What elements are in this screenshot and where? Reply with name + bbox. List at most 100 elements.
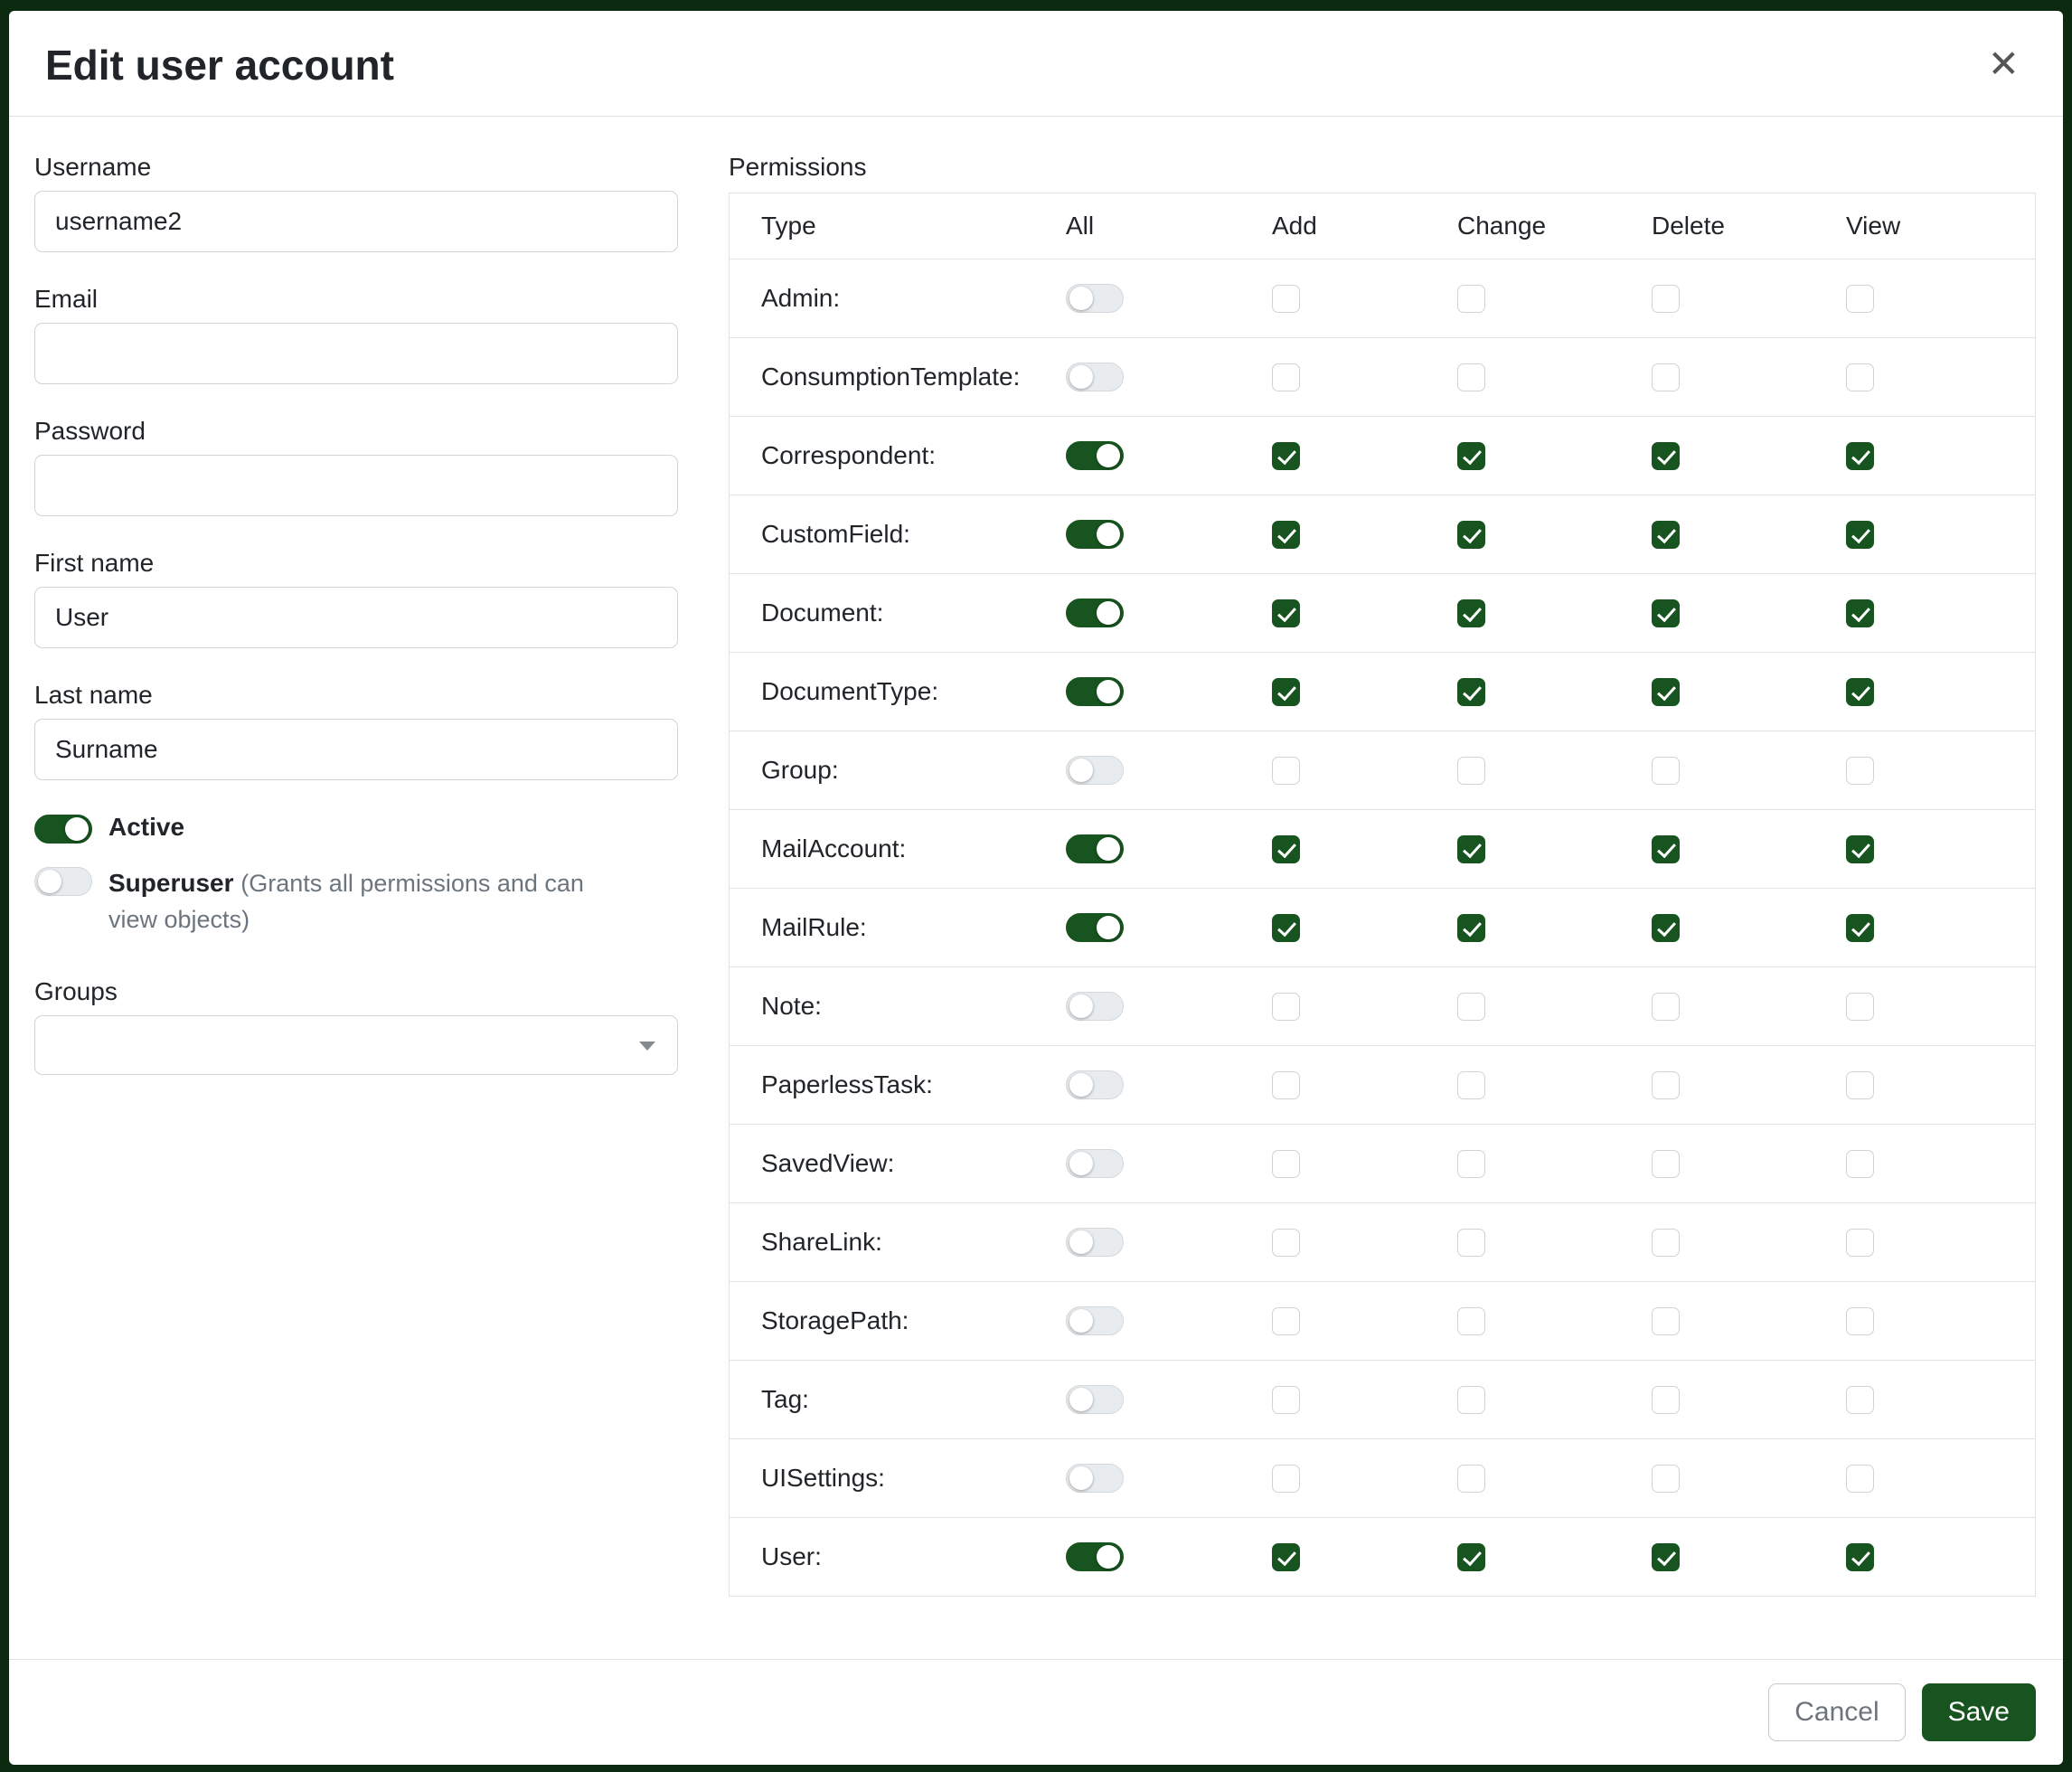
permission-delete-checkbox[interactable] [1652,1465,1680,1493]
permission-view-checkbox[interactable] [1846,914,1874,942]
permission-change-checkbox[interactable] [1457,521,1485,549]
permission-view-checkbox[interactable] [1846,1150,1874,1178]
permission-view-checkbox[interactable] [1846,1307,1874,1335]
permission-all-toggle[interactable] [1066,677,1124,706]
close-icon[interactable]: ✕ [1981,40,2027,89]
permission-add-checkbox[interactable] [1272,835,1300,863]
permission-all-toggle[interactable] [1066,363,1124,391]
permission-delete-checkbox[interactable] [1652,442,1680,470]
permission-delete-checkbox[interactable] [1652,1229,1680,1257]
permission-all-toggle[interactable] [1066,284,1124,313]
permission-add-checkbox[interactable] [1272,285,1300,313]
permission-all-toggle[interactable] [1066,1070,1124,1099]
permission-add-checkbox[interactable] [1272,1386,1300,1414]
permission-add-checkbox[interactable] [1272,599,1300,627]
permission-add-checkbox[interactable] [1272,521,1300,549]
permission-delete-checkbox[interactable] [1652,1071,1680,1099]
permission-change-cell [1457,1229,1652,1257]
permission-all-toggle[interactable] [1066,1385,1124,1414]
permission-view-checkbox[interactable] [1846,835,1874,863]
permission-delete-checkbox[interactable] [1652,1543,1680,1571]
cancel-button[interactable]: Cancel [1768,1683,1905,1741]
permission-change-checkbox[interactable] [1457,1307,1485,1335]
permission-delete-checkbox[interactable] [1652,993,1680,1021]
permission-delete-checkbox[interactable] [1652,1150,1680,1178]
toggle-knob [1097,680,1120,703]
permission-change-checkbox[interactable] [1457,1465,1485,1493]
permission-change-checkbox[interactable] [1457,993,1485,1021]
permission-all-toggle[interactable] [1066,520,1124,549]
permission-add-checkbox[interactable] [1272,678,1300,706]
permission-view-checkbox[interactable] [1846,1465,1874,1493]
permission-add-checkbox[interactable] [1272,757,1300,785]
permission-add-checkbox[interactable] [1272,1071,1300,1099]
permission-all-toggle[interactable] [1066,834,1124,863]
permission-add-checkbox[interactable] [1272,363,1300,391]
permission-view-checkbox[interactable] [1846,1229,1874,1257]
permission-change-checkbox[interactable] [1457,757,1485,785]
permission-delete-checkbox[interactable] [1652,1307,1680,1335]
permission-change-checkbox[interactable] [1457,914,1485,942]
permission-all-toggle[interactable] [1066,1464,1124,1493]
permission-all-toggle[interactable] [1066,1306,1124,1335]
permission-change-checkbox[interactable] [1457,835,1485,863]
permission-delete-checkbox[interactable] [1652,521,1680,549]
permission-delete-checkbox[interactable] [1652,285,1680,313]
permission-view-checkbox[interactable] [1846,521,1874,549]
permission-change-checkbox[interactable] [1457,678,1485,706]
permission-add-checkbox[interactable] [1272,1229,1300,1257]
permission-add-checkbox[interactable] [1272,442,1300,470]
permission-all-toggle[interactable] [1066,441,1124,470]
permission-change-checkbox[interactable] [1457,1543,1485,1571]
permission-change-checkbox[interactable] [1457,285,1485,313]
permission-add-checkbox[interactable] [1272,1465,1300,1493]
username-input[interactable] [34,191,678,252]
superuser-toggle[interactable] [34,867,92,896]
permission-add-checkbox[interactable] [1272,1307,1300,1335]
permission-change-checkbox[interactable] [1457,1229,1485,1257]
permission-all-toggle[interactable] [1066,599,1124,627]
permission-view-checkbox[interactable] [1846,1071,1874,1099]
permission-change-checkbox[interactable] [1457,1150,1485,1178]
active-toggle[interactable] [34,815,92,844]
first-name-field[interactable] [34,587,678,648]
permission-view-checkbox[interactable] [1846,757,1874,785]
groups-select[interactable] [34,1015,678,1075]
permission-view-checkbox[interactable] [1846,599,1874,627]
permission-change-checkbox[interactable] [1457,442,1485,470]
permission-view-checkbox[interactable] [1846,1386,1874,1414]
permission-view-checkbox[interactable] [1846,993,1874,1021]
permission-view-checkbox[interactable] [1846,1543,1874,1571]
permission-delete-checkbox[interactable] [1652,1386,1680,1414]
last-name-field[interactable] [34,719,678,780]
permission-all-toggle[interactable] [1066,1228,1124,1257]
permission-delete-checkbox[interactable] [1652,363,1680,391]
permission-view-checkbox[interactable] [1846,678,1874,706]
toggle-knob [1097,916,1120,939]
permission-delete-checkbox[interactable] [1652,914,1680,942]
permission-all-toggle[interactable] [1066,992,1124,1021]
permission-add-checkbox[interactable] [1272,993,1300,1021]
permission-add-checkbox[interactable] [1272,914,1300,942]
permission-view-checkbox[interactable] [1846,363,1874,391]
permission-change-checkbox[interactable] [1457,1071,1485,1099]
permission-change-checkbox[interactable] [1457,599,1485,627]
permission-all-toggle[interactable] [1066,1149,1124,1178]
permission-all-toggle[interactable] [1066,913,1124,942]
save-button[interactable]: Save [1922,1683,2036,1741]
permission-delete-checkbox[interactable] [1652,599,1680,627]
permission-change-checkbox[interactable] [1457,1386,1485,1414]
permission-add-checkbox[interactable] [1272,1543,1300,1571]
permission-delete-checkbox[interactable] [1652,757,1680,785]
permission-change-checkbox[interactable] [1457,363,1485,391]
permission-add-checkbox[interactable] [1272,1150,1300,1178]
email-field[interactable] [34,323,678,384]
permission-view-checkbox[interactable] [1846,285,1874,313]
permission-delete-checkbox[interactable] [1652,678,1680,706]
permission-all-toggle[interactable] [1066,1542,1124,1571]
permission-all-toggle[interactable] [1066,756,1124,785]
permission-add-cell [1272,993,1457,1021]
permission-delete-checkbox[interactable] [1652,835,1680,863]
permission-view-checkbox[interactable] [1846,442,1874,470]
password-field[interactable] [34,455,678,516]
